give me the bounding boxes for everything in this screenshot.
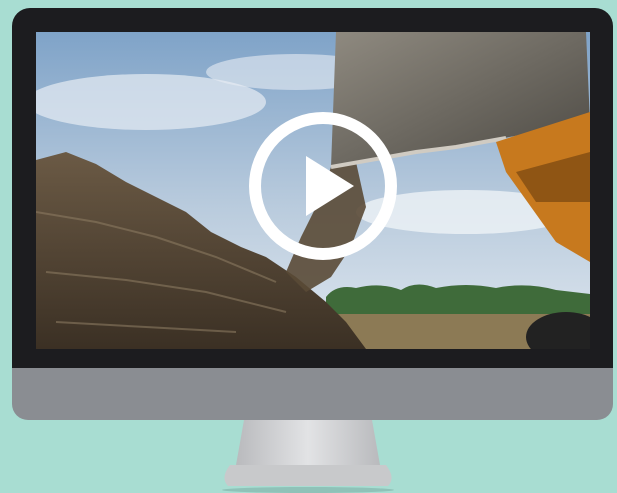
play-icon — [249, 112, 397, 260]
stand-neck — [236, 420, 380, 465]
play-triangle — [306, 156, 354, 216]
stand-base — [224, 465, 392, 486]
monitor-chin — [12, 368, 613, 420]
monitor-bezel — [12, 8, 613, 368]
video-player[interactable] — [36, 32, 590, 349]
desktop-monitor — [12, 8, 613, 420]
play-button[interactable] — [243, 106, 403, 266]
stand-shadow — [222, 487, 394, 493]
monitor-stand — [222, 420, 394, 493]
